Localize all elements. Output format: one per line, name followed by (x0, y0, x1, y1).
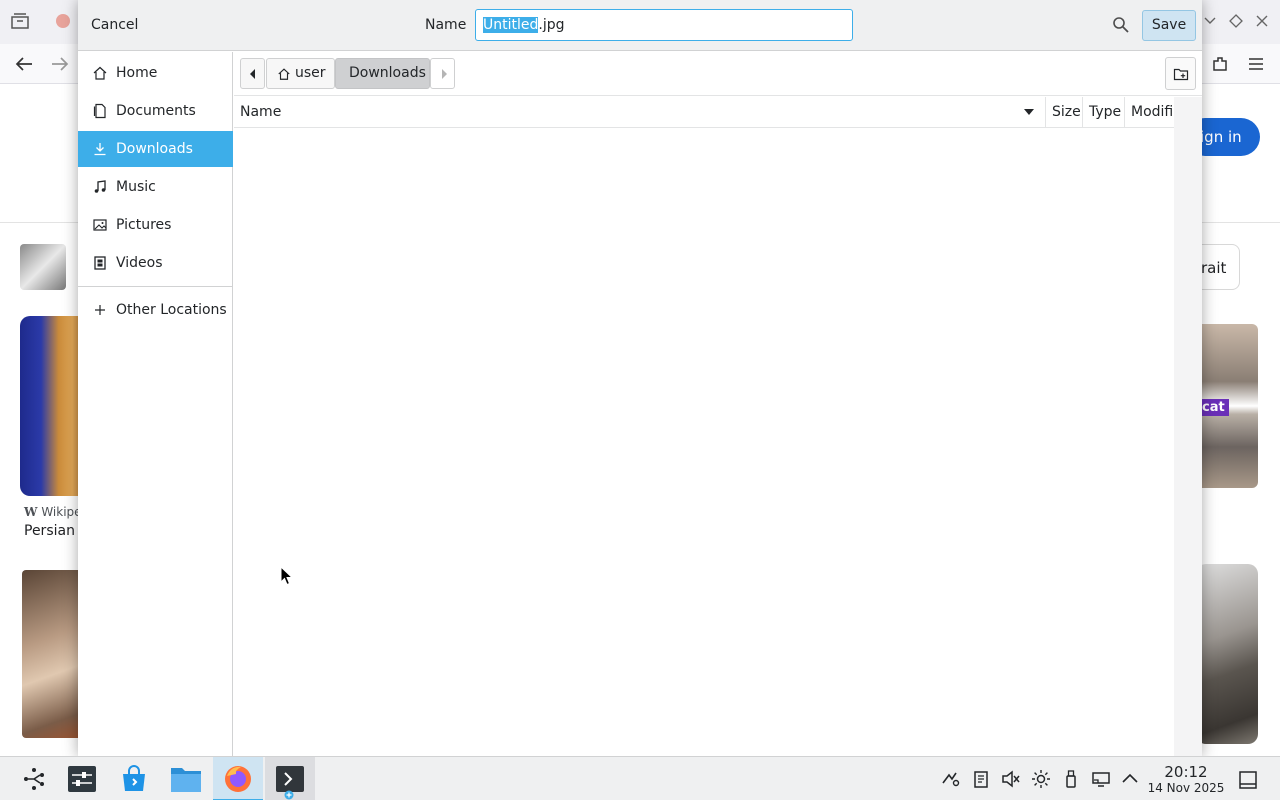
taskbar-terminal[interactable] (265, 757, 315, 800)
store-icon (123, 765, 145, 791)
column-label: Name (240, 104, 282, 120)
sidebar-item-documents[interactable]: Documents (78, 93, 233, 129)
tab-favicon[interactable] (56, 14, 70, 28)
sign-in-label: ign in (1200, 128, 1242, 146)
save-file-dialog: Cancel Name Untitled.jpg Save Home Docum… (78, 0, 1202, 756)
sidebar-item-label: Videos (116, 255, 163, 271)
path-bar: user Downloads (234, 52, 1202, 96)
path-segment-downloads[interactable]: Downloads (335, 58, 430, 89)
tab-list-icon[interactable] (9, 12, 31, 32)
scrollbar[interactable] (1174, 97, 1202, 756)
application-launcher[interactable] (8, 757, 58, 800)
extensions-icon[interactable] (1211, 55, 1229, 73)
file-list[interactable] (234, 128, 1174, 756)
folder-icon (171, 768, 201, 792)
filename-extension: .jpg (538, 17, 565, 33)
taskbar-firefox[interactable] (213, 757, 263, 800)
taskbar-system-settings[interactable] (57, 757, 107, 800)
download-icon (94, 143, 106, 156)
sidebar-item-other-locations[interactable]: Other Locations (78, 292, 233, 328)
tab-dropdown-icon[interactable] (1204, 16, 1216, 26)
arrow-left-icon (250, 69, 255, 79)
sidebar-divider (78, 286, 233, 287)
clock-date: 14 Nov 2025 (1147, 781, 1225, 795)
file-list-header: Name Size Type Modifie (234, 97, 1174, 128)
column-label: Size (1052, 104, 1081, 120)
volume-muted-icon[interactable] (1001, 769, 1021, 789)
path-scroll-left-button[interactable] (240, 58, 265, 89)
filename-input[interactable]: Untitled.jpg (475, 9, 853, 41)
terminal-icon (276, 766, 304, 792)
column-name[interactable]: Name (234, 97, 1046, 128)
maximize-icon[interactable] (1229, 14, 1243, 28)
chevron-up-icon[interactable] (1120, 769, 1140, 789)
column-type[interactable]: Type (1083, 97, 1125, 128)
badge-icon (284, 790, 294, 800)
settings-icon (68, 766, 96, 792)
arrow-right-icon (442, 69, 447, 79)
sidebar-item-videos[interactable]: Videos (78, 245, 233, 281)
column-label: Modifie (1131, 104, 1174, 120)
path-segment-label: Downloads (349, 65, 426, 81)
sidebar-item-label: Documents (116, 103, 196, 119)
firefox-icon (225, 766, 251, 792)
filter-chip-label: rait (1201, 259, 1227, 277)
mouse-cursor-icon (280, 566, 294, 586)
sidebar-item-label: Other Locations (116, 302, 227, 318)
forward-icon[interactable] (50, 55, 70, 73)
taskbar: 20:12 14 Nov 2025 (0, 756, 1280, 800)
document-icon (93, 103, 106, 119)
sort-descending-icon (1024, 109, 1034, 115)
result-image[interactable] (1196, 564, 1258, 744)
filename-selection: Untitled (483, 17, 539, 33)
picture-icon (93, 219, 107, 231)
save-button[interactable]: Save (1142, 10, 1196, 41)
image-label: cat (1198, 399, 1229, 416)
sidebar-item-home[interactable]: Home (78, 55, 233, 91)
cancel-button[interactable]: Cancel (82, 10, 147, 40)
sidebar-item-label: Music (116, 179, 156, 195)
new-folder-button[interactable] (1165, 57, 1196, 90)
column-label: Type (1089, 104, 1122, 120)
search-icon[interactable] (1108, 12, 1134, 38)
clipboard-icon[interactable] (971, 769, 991, 789)
taskbar-file-manager[interactable] (161, 757, 211, 800)
sidebar-item-label: Pictures (116, 217, 172, 233)
column-modified[interactable]: Modifie (1125, 97, 1174, 128)
dialog-header: Cancel Name Untitled.jpg Save (78, 0, 1202, 51)
home-icon (278, 68, 290, 80)
plus-icon (95, 305, 105, 315)
menu-icon[interactable] (1248, 56, 1264, 72)
back-icon[interactable] (14, 55, 34, 73)
name-label: Name (425, 17, 467, 33)
thumbnail-image[interactable] (20, 244, 66, 290)
path-segment-label: user (295, 65, 326, 81)
launcher-icon (24, 768, 44, 790)
result-title[interactable]: Persian (24, 523, 75, 539)
brightness-icon[interactable] (1031, 769, 1051, 789)
result-source: W Wikipe (24, 505, 82, 519)
sidebar-item-label: Downloads (116, 141, 193, 157)
home-icon (93, 66, 107, 80)
close-window-icon[interactable] (1256, 15, 1268, 27)
kde-connect-icon[interactable] (940, 769, 960, 789)
network-icon[interactable] (1091, 769, 1111, 789)
sidebar-item-music[interactable]: Music (78, 169, 233, 205)
digital-clock[interactable]: 20:12 14 Nov 2025 (1147, 764, 1225, 796)
column-size[interactable]: Size (1046, 97, 1083, 128)
path-segment-user[interactable]: user (266, 58, 335, 89)
path-scroll-right-button[interactable] (430, 58, 455, 89)
music-icon (94, 180, 106, 193)
sidebar-item-downloads[interactable]: Downloads (78, 131, 233, 167)
video-icon (94, 256, 106, 270)
clock-time: 20:12 (1164, 763, 1208, 781)
sidebar-item-label: Home (116, 65, 158, 81)
usb-device-icon[interactable] (1061, 769, 1081, 789)
taskbar-discover[interactable] (109, 757, 159, 800)
sidebar-item-pictures[interactable]: Pictures (78, 207, 233, 243)
show-desktop-icon[interactable] (1238, 770, 1258, 790)
places-sidebar: Home Documents Downloads Music Pictures … (78, 52, 233, 756)
new-folder-icon (1173, 68, 1189, 81)
